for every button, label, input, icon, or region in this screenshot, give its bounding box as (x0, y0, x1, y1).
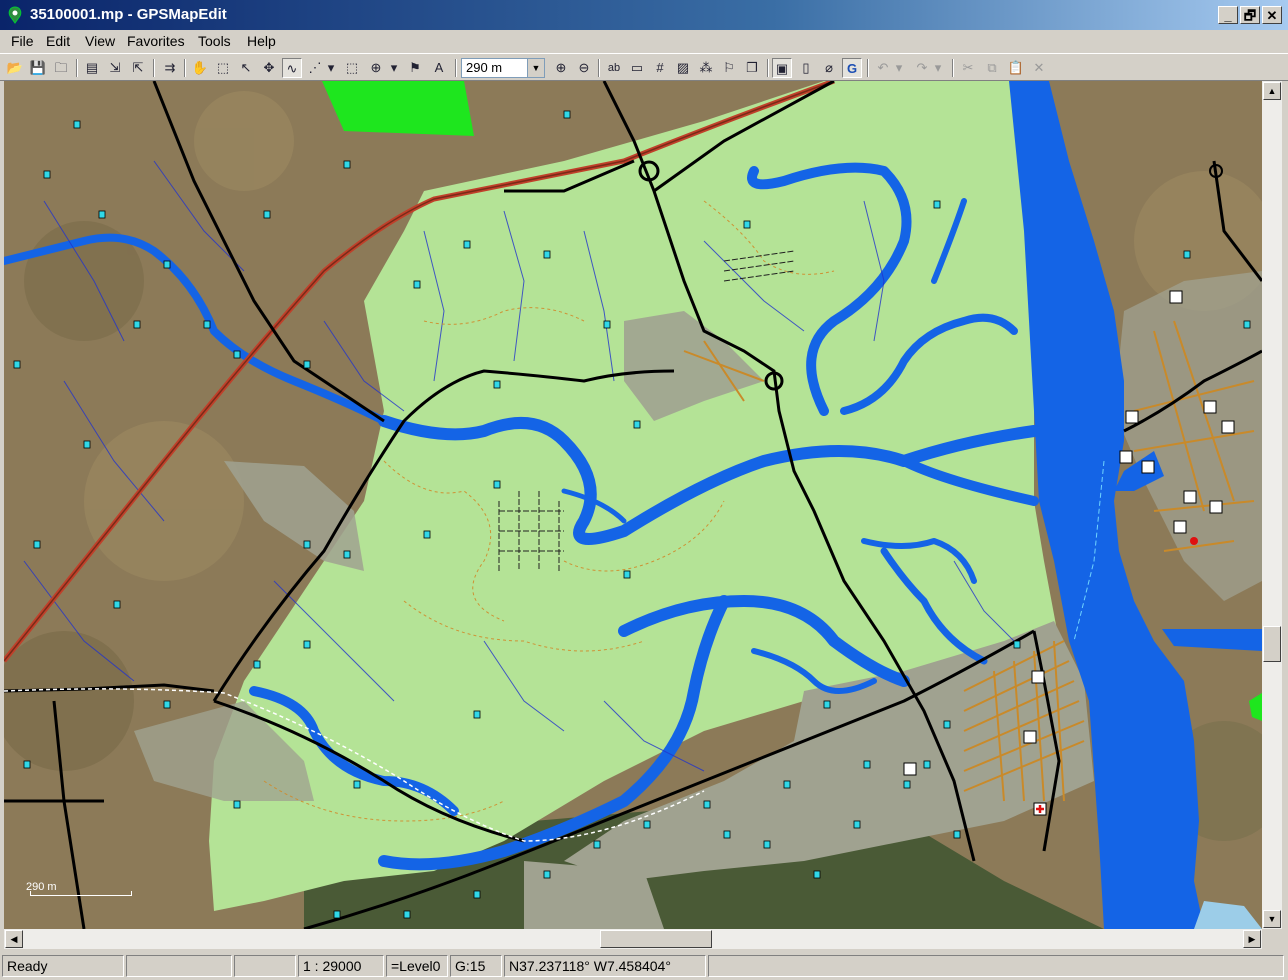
menu-tools[interactable]: Tools (198, 33, 231, 49)
properties-icon[interactable]: ▤ (82, 58, 102, 78)
crosshair-icon[interactable]: ⊕ (366, 58, 386, 78)
layers-icon[interactable]: ❐ (742, 58, 762, 78)
dropdown-icon[interactable]: ▾ (388, 58, 400, 78)
dropdown-icon[interactable]: ▾ (325, 58, 337, 78)
status-ready: Ready (2, 955, 124, 977)
zoom-rect-icon[interactable]: ⬚ (213, 58, 233, 78)
vertical-scrollbar[interactable]: ▲ ▼ (1262, 81, 1282, 929)
chevron-down-icon[interactable]: ▼ (527, 59, 544, 77)
zoom-out-icon[interactable]: ⊖ (574, 58, 594, 78)
status-level: =Level0 (386, 955, 448, 977)
status-bar: Ready 1 : 29000 =Level0 G:15 N37.237118°… (0, 952, 1288, 980)
close-button[interactable]: ✕ (1262, 6, 1282, 24)
restore-button[interactable]: 🗗 (1240, 6, 1260, 24)
page-icon[interactable]: ▯ (796, 58, 816, 78)
select-area-icon[interactable]: ⬚ (342, 58, 362, 78)
menu-help[interactable]: Help (247, 33, 276, 49)
menu-view[interactable]: View (85, 33, 115, 49)
toolbar: 📂 💾 🗀 ▤ ⇲ ⇱ ⇉ ✋ ⬚ ↖ ✥ ∿ ⋰ ▾ ⬚ ⊕ ▾ ⚑ A 29… (0, 53, 1288, 81)
google-icon[interactable]: G (842, 58, 862, 78)
menu-edit[interactable]: Edit (46, 33, 70, 49)
image-icon[interactable]: ▣ (772, 58, 792, 78)
scroll-left-button[interactable]: ◀ (5, 930, 23, 948)
open-icon[interactable]: 📂 (5, 58, 25, 78)
status-blank-1 (126, 955, 232, 977)
save-icon[interactable]: 💾 (28, 58, 48, 78)
delete-icon[interactable]: ✕ (1029, 58, 1049, 78)
transfer-icon[interactable]: ⇉ (160, 58, 180, 78)
flag-icon[interactable]: ⚐ (719, 58, 739, 78)
red-marker (1190, 537, 1198, 545)
window-title: 35100001.mp - GPSMapEdit (30, 6, 227, 23)
minimize-button[interactable]: _ (1218, 6, 1238, 24)
track-icon[interactable]: ⚑ (405, 58, 425, 78)
dropdown-icon[interactable]: ▾ (932, 58, 944, 78)
copy-icon[interactable]: ⧉ (982, 58, 1002, 78)
dropdown-icon[interactable]: ▾ (893, 58, 905, 78)
menu-file[interactable]: File (11, 33, 34, 49)
menu-bar: File Edit View Favorites Tools Help (0, 30, 1288, 52)
pan-icon[interactable]: ✋ (190, 58, 210, 78)
title-bar: 35100001.mp - GPSMapEdit _ 🗗 ✕ (0, 0, 1288, 30)
paste-icon[interactable]: 📋 (1006, 58, 1026, 78)
map-drawing[interactable] (4, 81, 1262, 929)
undo-icon[interactable]: ↶ (873, 58, 893, 78)
map-canvas[interactable]: 290 m (4, 81, 1262, 929)
horizontal-scroll-thumb[interactable] (600, 930, 712, 948)
edit-nodes-icon[interactable]: ∿ (282, 58, 302, 78)
map-scale-bar: 290 m (26, 881, 132, 896)
save-as-icon[interactable]: 🗀 (51, 58, 71, 78)
status-coordinates: N37.237118° W7.458404° (504, 955, 706, 977)
redo-icon[interactable]: ↷ (912, 58, 932, 78)
vertical-scroll-thumb[interactable] (1263, 626, 1281, 662)
cut-icon[interactable]: ✂ (958, 58, 978, 78)
attach-icon[interactable]: ⌀ (819, 58, 839, 78)
status-scale: 1 : 29000 (298, 955, 384, 977)
status-grid: G:15 (450, 955, 502, 977)
park-area (322, 81, 474, 136)
scroll-corner (1262, 929, 1282, 949)
import-icon[interactable]: ⇲ (105, 58, 125, 78)
menu-favorites[interactable]: Favorites (127, 33, 185, 49)
scroll-down-button[interactable]: ▼ (1263, 910, 1281, 928)
app-icon (8, 6, 22, 24)
horizontal-scrollbar[interactable]: ◀ ▶ (4, 929, 1262, 949)
move-icon[interactable]: ✥ (259, 58, 279, 78)
hatch-icon[interactable]: ▨ (673, 58, 693, 78)
status-blank-3 (708, 955, 1284, 977)
nodes-icon[interactable]: ⁂ (696, 58, 716, 78)
scroll-up-button[interactable]: ▲ (1263, 82, 1281, 100)
select-icon[interactable]: ↖ (236, 58, 256, 78)
ruler-icon[interactable]: ▭ (627, 58, 647, 78)
zoom-in-icon[interactable]: ⊕ (551, 58, 571, 78)
label-icon[interactable]: A (429, 58, 449, 78)
scroll-right-button[interactable]: ▶ (1243, 930, 1261, 948)
zoom-value: 290 m (466, 60, 503, 75)
export-icon[interactable]: ⇱ (128, 58, 148, 78)
status-blank-2 (234, 955, 296, 977)
zoom-select[interactable]: 290 m ▼ (461, 58, 545, 78)
labels-icon[interactable]: ab (604, 58, 624, 78)
create-line-icon[interactable]: ⋰ (305, 58, 325, 78)
grid-icon[interactable]: # (650, 58, 670, 78)
